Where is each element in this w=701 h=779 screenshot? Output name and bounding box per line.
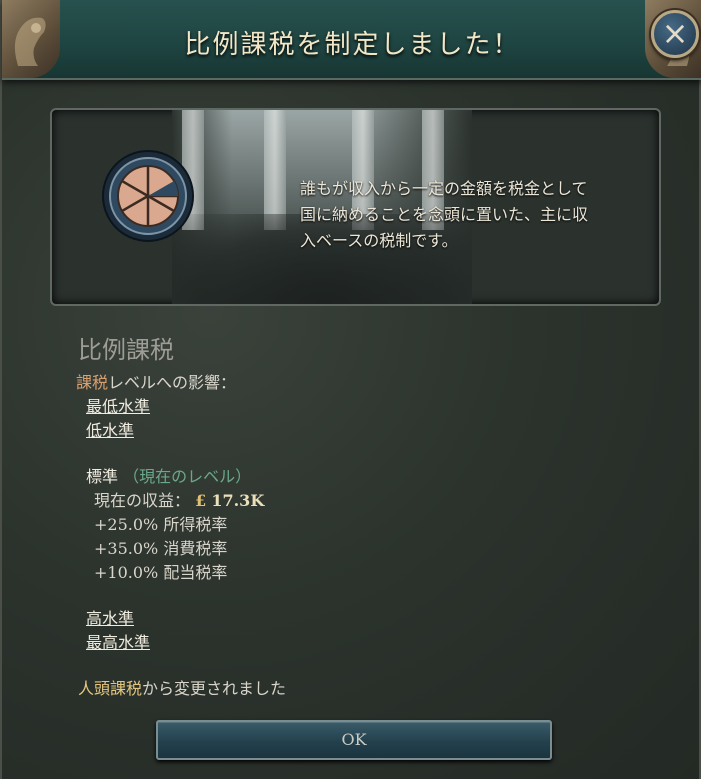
description-line: 入ベースの税制です。 bbox=[300, 231, 458, 250]
level-highest[interactable]: 最高水準 bbox=[86, 633, 150, 652]
current-level-name: 標準 bbox=[86, 467, 119, 486]
level-low[interactable]: 低水準 bbox=[86, 421, 134, 440]
proportional-tax-icon bbox=[102, 150, 194, 242]
policy-description: 誰もが収入から一定の金額を税金として 国に納めることを念頭に置いた、主に収 入ベ… bbox=[300, 176, 640, 254]
effect-label-text: レベルへの影響： bbox=[108, 373, 237, 392]
level-high[interactable]: 高水準 bbox=[86, 609, 134, 628]
level-current: 標準 （現在のレベル） bbox=[86, 465, 638, 489]
dialog-title: 比例課税を制定しました！ bbox=[184, 30, 521, 60]
level-list: 最低水準 低水準 標準 （現在のレベル） 現在の収益： £ 17.3K +25.… bbox=[78, 395, 638, 701]
tax-link[interactable]: 課税 bbox=[76, 373, 108, 392]
current-income: 現在の収益： £ 17.3K bbox=[94, 489, 638, 513]
close-button[interactable]: × bbox=[651, 10, 699, 58]
description-line: 誰もが収入から一定の金額を税金として bbox=[300, 179, 588, 198]
dialog-header: 比例課税を制定しました！ × bbox=[2, 0, 701, 80]
changed-from-note: 人頭課税から変更されました bbox=[78, 677, 638, 701]
modifier-dividend-tax: +10.0% 配当税率 bbox=[94, 563, 228, 582]
ok-button[interactable]: OK bbox=[156, 720, 552, 760]
level-lowest[interactable]: 最低水準 bbox=[86, 397, 150, 416]
modifier-consumption-tax: +35.0% 消費税率 bbox=[94, 539, 228, 558]
policy-name: 比例課税 bbox=[78, 336, 174, 364]
previous-policy-link[interactable]: 人頭課税 bbox=[78, 679, 142, 698]
policy-banner: 誰もが収入から一定の金額を税金として 国に納めることを念頭に置いた、主に収 入ベ… bbox=[50, 108, 661, 306]
policy-enacted-dialog: 比例課税を制定しました！ × 誰もが収入から一定の金額を税金として 国に納めるこ… bbox=[0, 0, 701, 779]
close-icon: × bbox=[661, 14, 689, 52]
pound-icon: £ bbox=[195, 491, 207, 510]
income-value: 17.3K bbox=[211, 491, 265, 510]
income-label: 現在の収益： bbox=[94, 491, 191, 510]
effect-label: 課税レベルへの影響： bbox=[76, 371, 638, 395]
description-line: 国に納めることを念頭に置いた、主に収 bbox=[300, 205, 589, 224]
policy-details: 比例課税 課税レベルへの影響： 最低水準 低水準 標準 （現在のレベル） 現在の… bbox=[76, 330, 638, 701]
changed-from-text: から変更されました bbox=[142, 679, 287, 698]
current-level-tag: （現在のレベル） bbox=[123, 467, 252, 486]
modifier-income-tax: +25.0% 所得税率 bbox=[94, 515, 228, 534]
